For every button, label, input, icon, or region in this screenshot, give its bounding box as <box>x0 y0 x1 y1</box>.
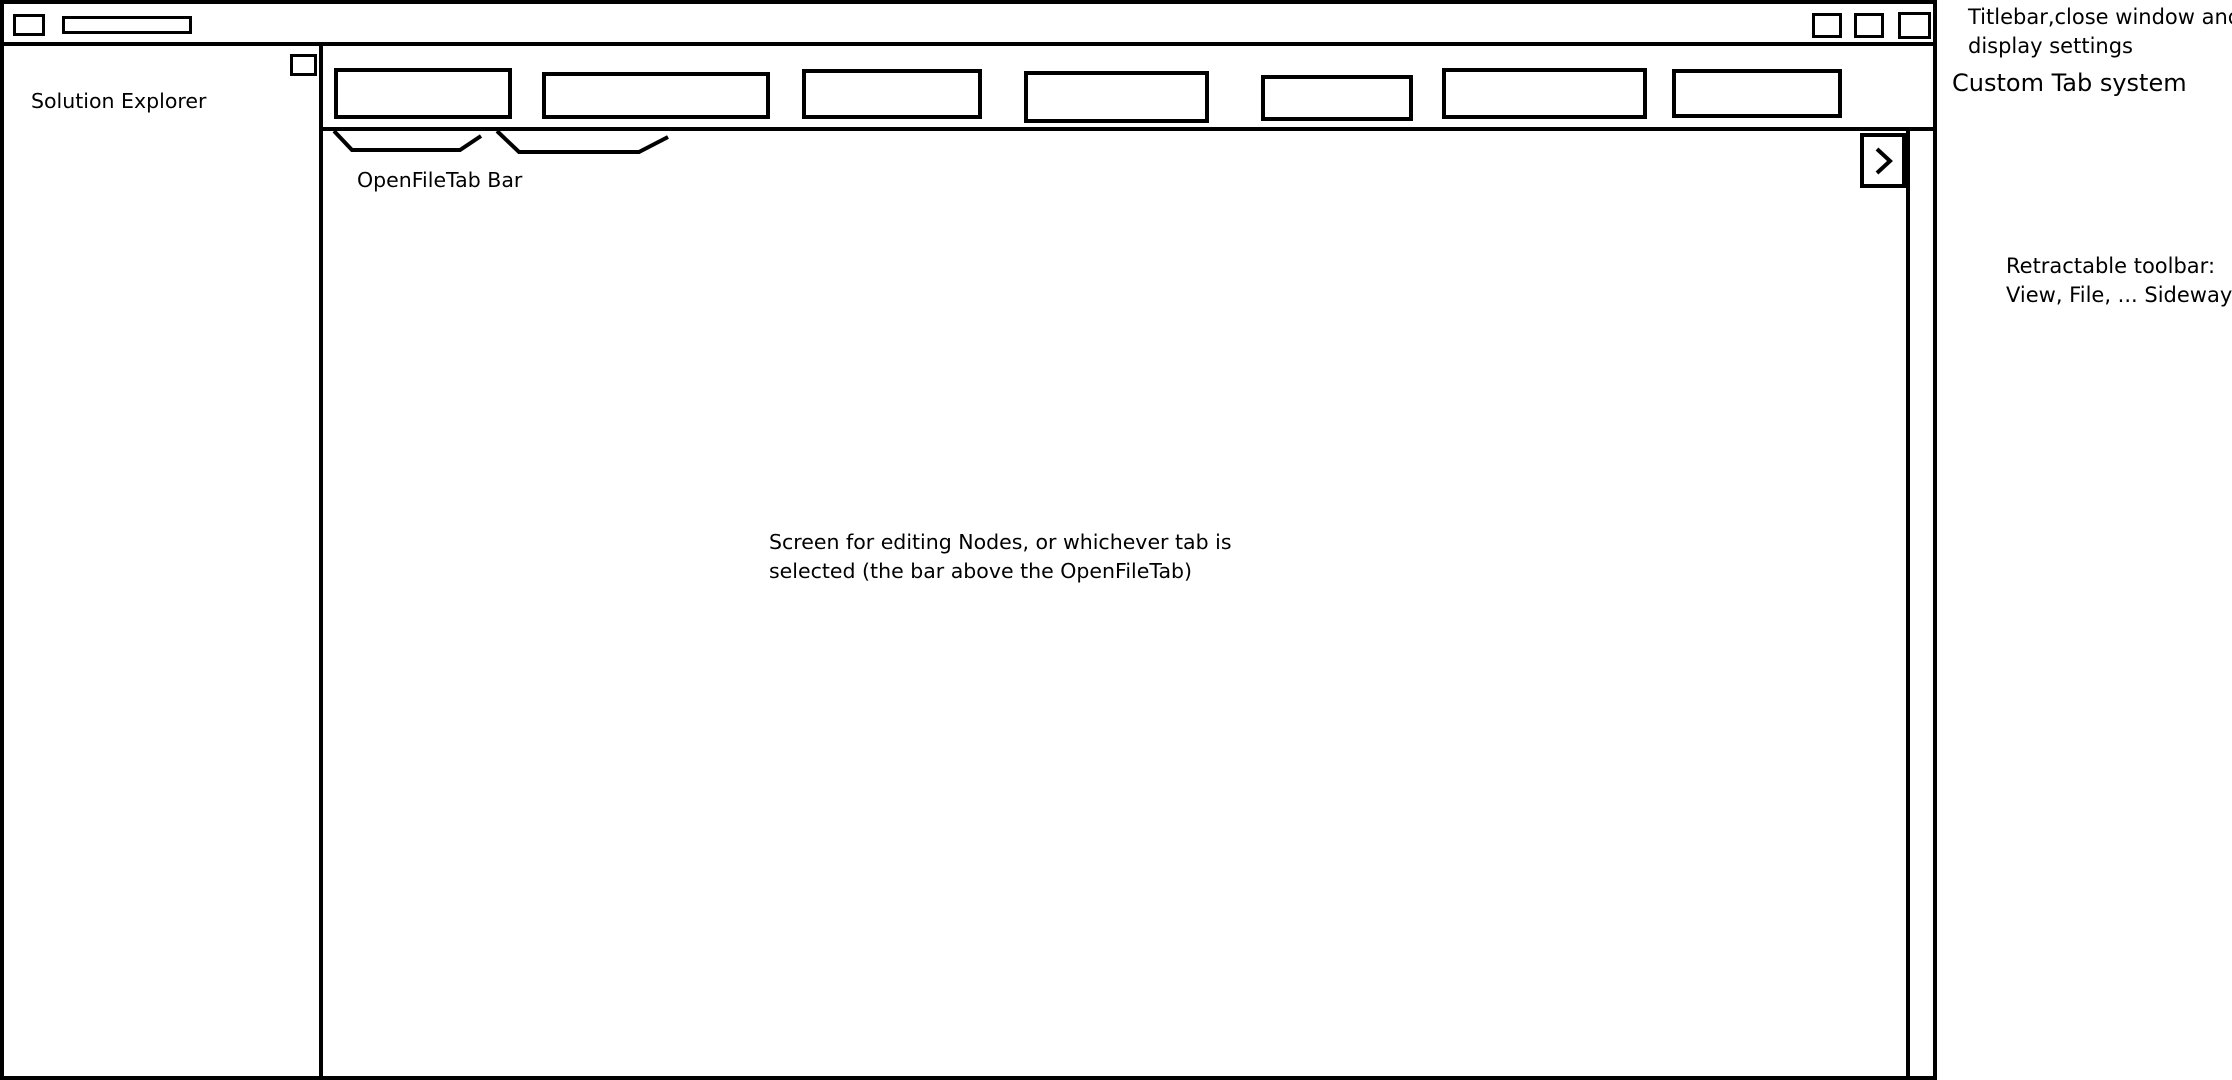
tab-system-note: Custom Tab system <box>1952 69 2187 97</box>
open-file-tab-1 <box>332 129 483 152</box>
open-file-tab-2 <box>495 129 669 154</box>
titlebar-note-line-1: Titlebar,close window and <box>1968 5 2232 29</box>
toolbar-note-line-1: Retractable toolbar: <box>2006 254 2216 278</box>
toolbar-expand-button[interactable] <box>1860 133 1906 188</box>
retractable-toolbar[interactable] <box>1906 127 1937 1080</box>
chevron-right-icon <box>1875 147 1893 174</box>
toolbar-note-line-2: View, File, ... Sideways <box>2006 283 2232 307</box>
open-file-tab-bar-label: OpenFileTab Bar <box>357 168 523 192</box>
editor-description-line-2: selected (the bar above the OpenFileTab) <box>769 559 1193 583</box>
titlebar-note-line-2: display settings <box>1968 34 2133 58</box>
editor-description-line-1: Screen for editing Nodes, or whichever t… <box>769 530 1232 554</box>
